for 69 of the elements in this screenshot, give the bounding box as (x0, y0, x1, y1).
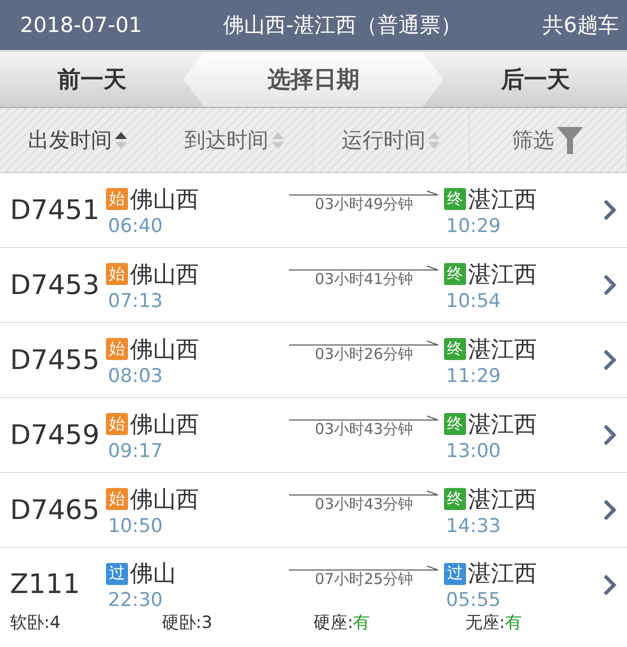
station-name: 湛江西 (468, 260, 537, 290)
station-badge: 始 (106, 338, 128, 360)
station-badge: 始 (106, 188, 128, 210)
train-number: D7455 (10, 344, 101, 376)
station-badge: 始 (106, 413, 128, 435)
chevron-right-icon (603, 424, 617, 446)
station-name: 湛江西 (468, 560, 537, 589)
arrival-time: 14:33 (446, 514, 502, 536)
sort-button[interactable]: 出发时间 (0, 108, 157, 172)
station-badge: 终 (444, 338, 466, 360)
sort-button[interactable]: 到达时间 (156, 108, 314, 172)
chevron-right-icon (603, 349, 617, 371)
arrival-time: 13:00 (446, 440, 502, 462)
train-number: D7459 (10, 420, 101, 450)
travel-duration: 03小时41分钟 (314, 270, 414, 289)
departure-time: 22:30 (108, 589, 164, 611)
chevron-right-icon (603, 199, 617, 221)
arrival-time: 05:55 (446, 589, 502, 611)
train-number: D7451 (10, 194, 101, 226)
choose-date-button[interactable]: 选择日期 (184, 52, 444, 107)
departure-time: 09:17 (108, 440, 164, 462)
arrival-time: 10:29 (446, 214, 502, 236)
train-number: Z111 (10, 569, 82, 600)
departure-time: 06:40 (108, 214, 164, 236)
station-name: 佛山 (130, 560, 176, 589)
train-number: D7465 (10, 494, 101, 526)
station-name: 湛江西 (468, 410, 537, 440)
previous-day-button[interactable]: 前一天 (0, 52, 184, 107)
departure-time: 07:13 (108, 290, 164, 312)
station-badge: 终 (444, 188, 466, 210)
seat-availability: 无座:有 (465, 612, 523, 634)
departure-time: 08:03 (108, 364, 164, 386)
train-number: D7453 (10, 270, 101, 300)
station-name: 佛山西 (130, 260, 199, 290)
arrival-time: 11:29 (446, 364, 502, 386)
station-name: 湛江西 (468, 336, 537, 364)
filter-button[interactable]: 筛选 (470, 108, 627, 172)
arrival-time: 10:54 (446, 290, 502, 312)
station-badge: 终 (444, 488, 466, 510)
route-title: 佛山西-湛江西（普通票） (223, 12, 462, 39)
travel-duration: 03小时49分钟 (314, 195, 414, 214)
train-count: 共6趟车 (542, 12, 619, 39)
station-badge: 终 (444, 413, 466, 435)
next-day-button[interactable]: 后一天 (444, 52, 627, 107)
filter-icon (556, 125, 584, 155)
date-text: 2018-07-01 (20, 13, 142, 37)
departure-time: 10:50 (108, 514, 164, 536)
sort-button[interactable]: 运行时间 (314, 108, 470, 172)
seat-availability: 硬卧:3 (162, 612, 214, 634)
seat-availability: 硬座:有 (314, 612, 372, 634)
travel-duration: 03小时26分钟 (314, 345, 414, 364)
travel-duration: 03小时43分钟 (314, 495, 414, 514)
station-name: 佛山西 (130, 336, 199, 364)
station-name: 佛山西 (130, 410, 199, 440)
station-badge: 始 (106, 263, 128, 285)
seat-availability: 软卧:4 (10, 612, 62, 634)
chevron-right-icon (603, 274, 617, 296)
travel-duration: 07小时25分钟 (314, 570, 414, 588)
chevron-right-icon (603, 574, 617, 596)
station-badge: 始 (106, 488, 128, 510)
chevron-right-icon (603, 499, 617, 521)
station-badge: 过 (444, 562, 466, 584)
station-name: 湛江西 (468, 186, 537, 214)
station-name: 佛山西 (130, 186, 199, 214)
station-badge: 终 (444, 263, 466, 285)
station-name: 佛山西 (130, 486, 199, 514)
station-badge: 过 (106, 562, 128, 584)
travel-duration: 03小时43分钟 (314, 420, 414, 439)
station-name: 湛江西 (468, 486, 537, 514)
